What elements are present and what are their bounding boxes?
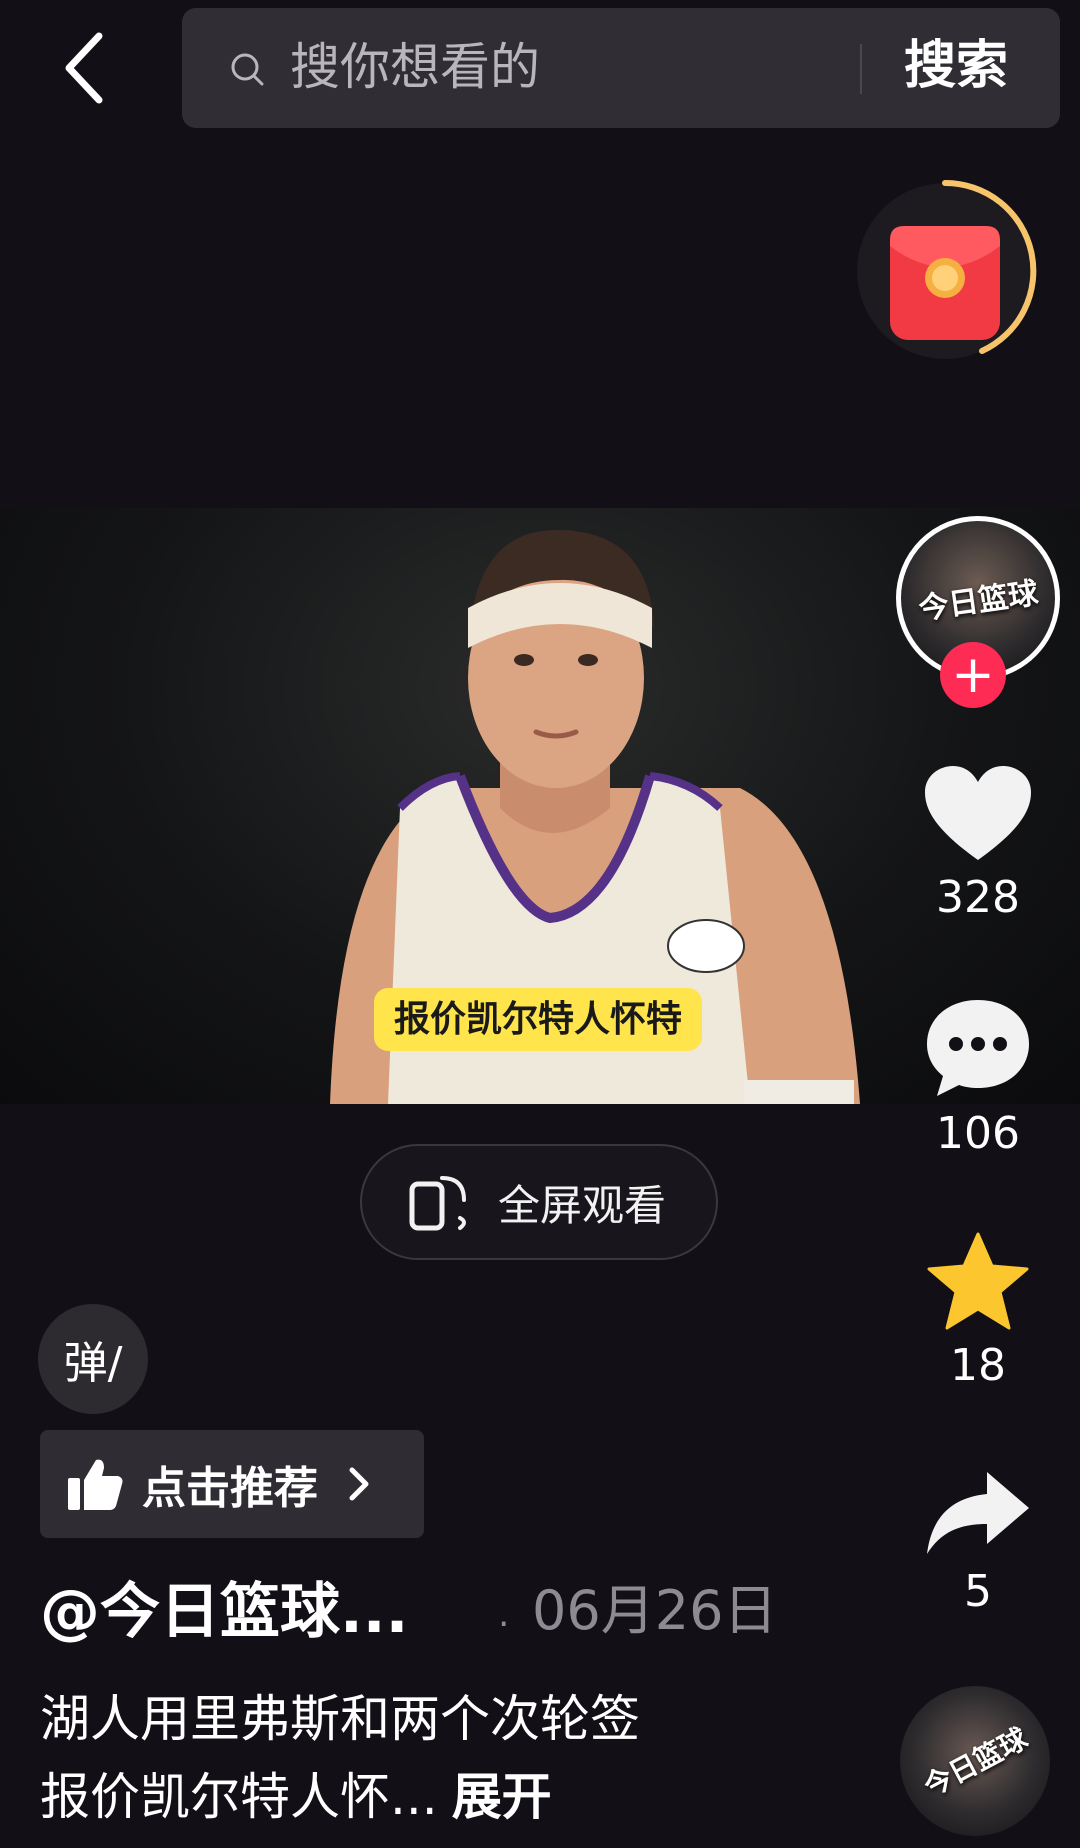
post-description: 湖人用里弗斯和两个次轮签 报价凯尔特人怀... 展开 bbox=[40, 1680, 800, 1836]
back-button[interactable] bbox=[48, 30, 118, 106]
fullscreen-label: 全屏观看 bbox=[498, 1180, 667, 1230]
video-subtitle: 报价凯尔特人怀特 bbox=[374, 988, 703, 1052]
heart-icon bbox=[925, 766, 1031, 860]
description-line-2: 报价凯尔特人怀... 展开 bbox=[40, 1758, 800, 1836]
search-bar[interactable]: 搜你想看的 搜索 bbox=[182, 8, 1060, 128]
description-line-1: 湖人用里弗斯和两个次轮签 bbox=[40, 1690, 640, 1748]
music-disc[interactable]: 今日篮球 bbox=[900, 1686, 1050, 1836]
share-count: 5 bbox=[964, 1566, 992, 1617]
comment-count: 106 bbox=[936, 1108, 1020, 1159]
video-page: 搜你想看的 搜索 报价凯尔特人怀特 全屏观看 今日篮球 + 328 106 18… bbox=[0, 0, 1080, 1848]
chevron-left-icon bbox=[65, 32, 103, 104]
thumbs-up-icon bbox=[68, 1459, 123, 1510]
author-name-link[interactable]: @今日篮球... bbox=[40, 1582, 408, 1642]
meta-separator: · bbox=[498, 1604, 510, 1645]
post-date: 06月26日 bbox=[532, 1579, 778, 1642]
expand-button[interactable]: 展开 bbox=[452, 1768, 552, 1826]
comment-action[interactable]: 106 bbox=[908, 996, 1048, 1159]
like-count: 328 bbox=[936, 872, 1020, 923]
red-packet-reward[interactable] bbox=[852, 178, 1038, 364]
search-icon bbox=[231, 53, 264, 86]
search-button[interactable]: 搜索 bbox=[904, 40, 1008, 92]
share-arrow-icon bbox=[927, 1472, 1029, 1554]
share-action[interactable]: 5 bbox=[908, 1468, 1048, 1617]
recommend-label: 点击推荐 bbox=[142, 1463, 318, 1514]
comment-icon bbox=[927, 1000, 1029, 1096]
music-disc-logo-text: 今日篮球 bbox=[918, 1721, 1033, 1804]
star-icon bbox=[927, 1232, 1029, 1330]
search-divider bbox=[860, 44, 862, 94]
chevron-right-icon bbox=[349, 1467, 369, 1501]
author-avatar-group[interactable]: 今日篮球 + bbox=[896, 516, 1060, 708]
fullscreen-button[interactable]: 全屏观看 bbox=[360, 1144, 718, 1260]
description-line-2-text: 报价凯尔特人怀... bbox=[40, 1768, 438, 1826]
recommend-button[interactable]: 点击推荐 bbox=[40, 1430, 424, 1538]
favorite-count: 18 bbox=[950, 1340, 1006, 1391]
follow-button[interactable]: + bbox=[940, 642, 1006, 708]
like-action[interactable]: 328 bbox=[908, 764, 1048, 923]
red-packet-icon bbox=[857, 179, 1037, 359]
danmaku-toggle-button[interactable]: 弹/ bbox=[38, 1304, 148, 1414]
rotate-screen-icon bbox=[409, 1176, 466, 1231]
favorite-action[interactable]: 18 bbox=[908, 1232, 1048, 1391]
search-input[interactable]: 搜你想看的 bbox=[290, 42, 540, 92]
avatar-logo-text: 今日篮球 bbox=[916, 575, 1041, 628]
